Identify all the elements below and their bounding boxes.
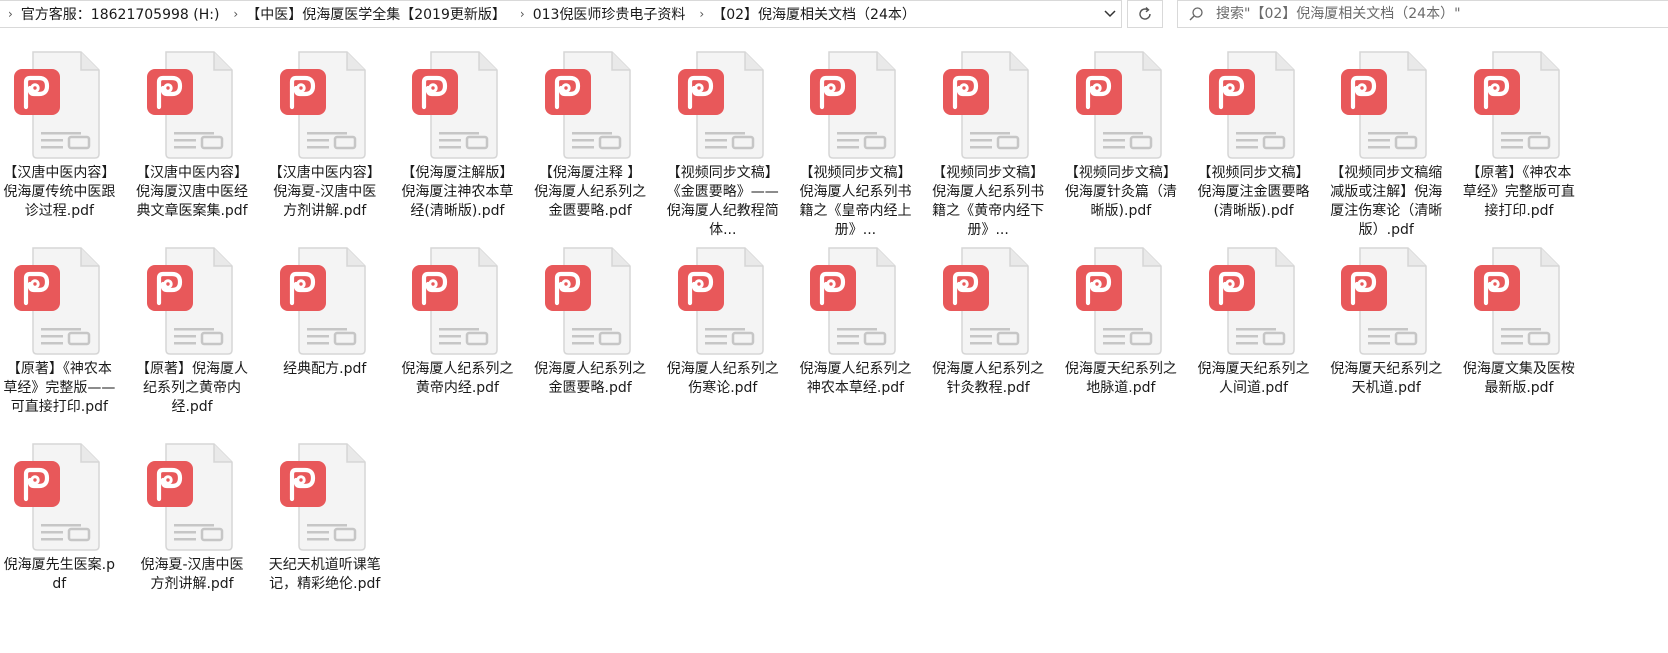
pdf-file-icon	[1473, 247, 1560, 355]
address-toolbar: › 官方客服：18621705998 (H:) › 【中医】倪海厦医学全集【20…	[0, 0, 1668, 30]
file-item[interactable]: 倪海厦天纪系列之天机道.pdf	[1327, 246, 1460, 442]
pdf-file-icon	[279, 443, 366, 551]
file-name: 【原著】倪海厦人纪系列之黄帝内经.pdf	[136, 361, 249, 415]
pdf-file-icon	[810, 247, 897, 355]
chevron-right-icon[interactable]: ›	[0, 7, 21, 21]
file-item[interactable]: 经典配方.pdf	[265, 246, 398, 442]
file-item[interactable]: 【视频同步文稿】倪海厦人纪系列书籍之《黄帝内经下册》...	[929, 50, 1062, 246]
file-name: 倪海厦天纪系列之天机道.pdf	[1330, 361, 1443, 396]
file-item[interactable]: 【原著】《神农本草经》完整版——可直接打印.pdf	[0, 246, 133, 442]
file-name: 【倪海厦注解版】倪海厦注神农本草经(清晰版).pdf	[401, 165, 514, 219]
file-item[interactable]: 倪海厦天纪系列之人间道.pdf	[1194, 246, 1327, 442]
chevron-right-icon[interactable]: ›	[512, 7, 533, 21]
file-name: 【视频同步文稿】倪海厦人纪系列书籍之《皇帝内经上册》...	[799, 165, 912, 238]
file-item[interactable]: 【汉唐中医内容】倪海厦传统中医跟诊过程.pdf	[0, 50, 133, 246]
file-name: 【倪海厦注释 】倪海厦人纪系列之金匮要略.pdf	[534, 165, 647, 219]
file-item[interactable]: 【原著】倪海厦人纪系列之黄帝内经.pdf	[133, 246, 266, 442]
file-item[interactable]: 【视频同步文稿】倪海厦针灸篇（清晰版).pdf	[1062, 50, 1195, 246]
file-item[interactable]: 【视频同步文稿缩减版或注解】倪海厦注伤寒论（清晰版）.pdf	[1327, 50, 1460, 246]
pdf-file-icon	[1341, 247, 1427, 355]
file-item[interactable]: 倪海厦人纪系列之黄帝内经.pdf	[398, 246, 531, 442]
file-name: 【视频同步文稿】倪海厦注金匮要略(清晰版).pdf	[1197, 165, 1310, 219]
file-item[interactable]: 倪海厦先生医案.pdf	[0, 442, 133, 638]
pdf-file-icon	[412, 247, 499, 355]
file-name: 经典配方.pdf	[283, 361, 367, 377]
file-name: 【原著】《神农本草经》完整版——可直接打印.pdf	[3, 361, 116, 415]
pdf-file-icon	[279, 247, 366, 355]
pdf-file-icon	[412, 51, 499, 159]
file-name: 【视频同步文稿】倪海厦人纪系列书籍之《黄帝内经下册》...	[932, 165, 1045, 238]
pdf-file-icon	[677, 51, 764, 159]
pdf-file-icon	[279, 51, 366, 159]
file-name: 【视频同步文稿缩减版或注解】倪海厦注伤寒论（清晰版）.pdf	[1330, 165, 1443, 238]
chevron-right-icon[interactable]: ›	[225, 7, 246, 21]
pdf-file-icon	[147, 51, 233, 159]
file-item[interactable]: 倪海厦天纪系列之地脉道.pdf	[1062, 246, 1195, 442]
file-name: 天纪天机道听课笔记，精彩绝伦.pdf	[268, 557, 381, 592]
file-name: 倪海厦文集及医桉最新版.pdf	[1462, 361, 1575, 396]
pdf-file-icon	[1473, 51, 1560, 159]
file-item[interactable]: 【倪海厦注解版】倪海厦注神农本草经(清晰版).pdf	[398, 50, 531, 246]
refresh-button[interactable]	[1127, 0, 1163, 28]
breadcrumb-materials[interactable]: 013倪医师珍贵电子资料	[533, 4, 692, 24]
file-item[interactable]: 倪海厦人纪系列之针灸教程.pdf	[929, 246, 1062, 442]
breadcrumb-drive[interactable]: 官方客服：18621705998 (H:)	[21, 4, 226, 24]
file-item[interactable]: 倪海夏-汉唐中医方剂讲解.pdf	[133, 442, 266, 638]
breadcrumb-collection[interactable]: 【中医】倪海厦医学全集【2019更新版】	[246, 4, 512, 24]
file-name: 倪海厦人纪系列之黄帝内经.pdf	[401, 361, 514, 396]
file-item[interactable]: 天纪天机道听课笔记，精彩绝伦.pdf	[265, 442, 398, 638]
file-name: 【汉唐中医内容】倪海夏-汉唐中医方剂讲解.pdf	[268, 165, 381, 219]
file-name: 倪海厦天纪系列之地脉道.pdf	[1064, 361, 1177, 396]
file-item[interactable]: 倪海厦人纪系列之神农本草经.pdf	[796, 246, 929, 442]
refresh-icon	[1139, 6, 1151, 20]
file-name: 【原著】《神农本草经》完整版可直接打印.pdf	[1462, 165, 1575, 219]
file-item[interactable]: 倪海厦人纪系列之金匮要略.pdf	[531, 246, 664, 442]
pdf-file-icon	[14, 443, 101, 551]
pdf-file-icon	[14, 247, 101, 355]
pdf-file-icon	[1075, 51, 1162, 159]
pdf-file-icon	[147, 443, 233, 551]
chevron-right-icon[interactable]: ›	[691, 7, 712, 21]
breadcrumb-current-folder[interactable]: 【02】倪海厦相关文档（24本）	[712, 4, 922, 24]
chevron-down-icon	[1104, 10, 1116, 18]
file-name: 【视频同步文稿】《金匮要略》——倪海厦人纪教程简体...	[666, 165, 779, 238]
file-name: 倪海厦天纪系列之人间道.pdf	[1197, 361, 1310, 396]
file-name: 【汉唐中医内容】倪海厦汉唐中医经典文章医案集.pdf	[136, 165, 249, 219]
address-bar[interactable]: › 官方客服：18621705998 (H:) › 【中医】倪海厦医学全集【20…	[0, 0, 1122, 28]
pdf-file-icon	[545, 51, 631, 159]
search-icon	[1178, 6, 1214, 22]
pdf-file-icon	[1341, 51, 1427, 159]
file-name: 倪海厦人纪系列之针灸教程.pdf	[932, 361, 1045, 396]
address-history-dropdown[interactable]	[1098, 3, 1122, 25]
pdf-file-icon	[14, 51, 101, 159]
file-name: 倪海厦人纪系列之神农本草经.pdf	[799, 361, 912, 396]
file-name: 倪海夏-汉唐中医方剂讲解.pdf	[140, 557, 244, 592]
file-item[interactable]: 倪海厦人纪系列之伤寒论.pdf	[663, 246, 796, 442]
file-name: 【汉唐中医内容】倪海厦传统中医跟诊过程.pdf	[3, 165, 116, 219]
file-item[interactable]: 倪海厦文集及医桉最新版.pdf	[1460, 246, 1593, 442]
pdf-file-icon	[677, 247, 764, 355]
file-name: 倪海厦先生医案.pdf	[3, 557, 116, 592]
file-item[interactable]: 【视频同步文稿】《金匮要略》——倪海厦人纪教程简体...	[663, 50, 796, 246]
file-item[interactable]: 【视频同步文稿】倪海厦注金匮要略(清晰版).pdf	[1194, 50, 1327, 246]
pdf-file-icon	[1208, 247, 1295, 355]
pdf-file-icon	[943, 51, 1029, 159]
file-name: 【视频同步文稿】倪海厦针灸篇（清晰版).pdf	[1064, 165, 1177, 219]
file-name: 倪海厦人纪系列之金匮要略.pdf	[534, 361, 647, 396]
pdf-file-icon	[147, 247, 233, 355]
pdf-file-icon	[545, 247, 631, 355]
file-item[interactable]: 【原著】《神农本草经》完整版可直接打印.pdf	[1460, 50, 1593, 246]
file-grid: 【汉唐中医内容】倪海厦传统中医跟诊过程.pdf 【汉唐中医内容】倪海厦汉唐中医经…	[0, 50, 1668, 638]
pdf-file-icon	[810, 51, 897, 159]
pdf-file-icon	[943, 247, 1029, 355]
file-item[interactable]: 【汉唐中医内容】倪海厦汉唐中医经典文章医案集.pdf	[133, 50, 266, 246]
file-item[interactable]: 【倪海厦注释 】倪海厦人纪系列之金匮要略.pdf	[531, 50, 664, 246]
search-box[interactable]	[1177, 0, 1668, 28]
pdf-file-icon	[1075, 247, 1162, 355]
pdf-file-icon	[1208, 51, 1295, 159]
file-item[interactable]: 【视频同步文稿】倪海厦人纪系列书籍之《皇帝内经上册》...	[796, 50, 929, 246]
file-item[interactable]: 【汉唐中医内容】倪海夏-汉唐中医方剂讲解.pdf	[265, 50, 398, 246]
search-input[interactable]	[1214, 5, 1638, 23]
file-name: 倪海厦人纪系列之伤寒论.pdf	[666, 361, 779, 396]
